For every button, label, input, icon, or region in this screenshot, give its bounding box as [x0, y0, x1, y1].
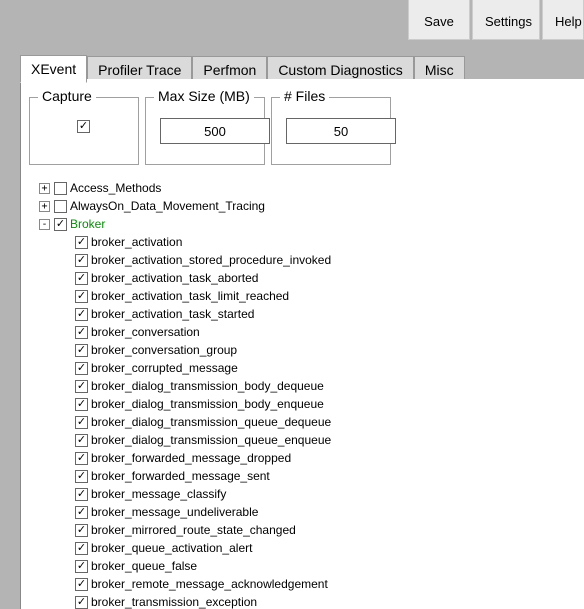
files-label: # Files	[280, 88, 329, 104]
capture-group: Capture	[29, 97, 139, 165]
tree-label: broker_queue_false	[91, 559, 197, 573]
tree-label: broker_activation_stored_procedure_invok…	[91, 253, 331, 267]
tree-checkbox[interactable]	[75, 272, 88, 285]
tree-node-child[interactable]: broker_dialog_transmission_queue_enqueue	[35, 431, 576, 449]
tree-checkbox[interactable]	[75, 596, 88, 609]
tree-checkbox[interactable]	[75, 488, 88, 501]
tree-node-child[interactable]: broker_remote_message_acknowledgement	[35, 575, 576, 593]
tree-node-child[interactable]: broker_activation_task_limit_reached	[35, 287, 576, 305]
tree-checkbox[interactable]	[75, 254, 88, 267]
tree-node-child[interactable]: broker_forwarded_message_dropped	[35, 449, 576, 467]
tree-checkbox[interactable]	[75, 434, 88, 447]
collapse-icon[interactable]: -	[39, 219, 50, 230]
tree-node-child[interactable]: broker_conversation	[35, 323, 576, 341]
tree-node-access-methods[interactable]: + Access_Methods	[35, 179, 576, 197]
tree-label: broker_activation	[91, 235, 182, 249]
tree-node-child[interactable]: broker_activation_task_started	[35, 305, 576, 323]
tree-label: broker_activation_task_limit_reached	[91, 289, 289, 303]
tree-label: broker_forwarded_message_dropped	[91, 451, 291, 465]
tree-label: broker_dialog_transmission_queue_enqueue	[91, 433, 331, 447]
save-button[interactable]: Save	[408, 0, 470, 40]
expand-icon[interactable]: +	[39, 183, 50, 194]
tree-label: broker_activation_task_started	[91, 307, 254, 321]
tree-label: broker_conversation	[91, 325, 200, 339]
tree-node-child[interactable]: broker_queue_activation_alert	[35, 539, 576, 557]
tree-node-child[interactable]: broker_activation_stored_procedure_invok…	[35, 251, 576, 269]
tree-node-child[interactable]: broker_conversation_group	[35, 341, 576, 359]
expand-icon[interactable]: +	[39, 201, 50, 212]
tree-label: broker_mirrored_route_state_changed	[91, 523, 296, 537]
tree-checkbox[interactable]	[75, 236, 88, 249]
tree-label: broker_dialog_transmission_queue_dequeue	[91, 415, 331, 429]
event-tree[interactable]: + Access_Methods + AlwaysOn_Data_Movemen…	[35, 179, 576, 609]
tree-checkbox[interactable]	[75, 452, 88, 465]
tree-checkbox[interactable]	[75, 506, 88, 519]
files-input[interactable]	[286, 118, 396, 144]
tree-label: Broker	[70, 217, 105, 231]
tree-node-child[interactable]: broker_dialog_transmission_body_dequeue	[35, 377, 576, 395]
capture-checkbox[interactable]	[77, 120, 90, 133]
settings-button[interactable]: Settings	[472, 0, 540, 40]
tree-checkbox[interactable]	[75, 578, 88, 591]
xevent-panel: Capture Max Size (MB) # Files + Access_M…	[20, 79, 584, 609]
tree-checkbox[interactable]	[75, 344, 88, 357]
tree-checkbox[interactable]	[75, 524, 88, 537]
tree-label: broker_message_classify	[91, 487, 226, 501]
tree-node-child[interactable]: broker_corrupted_message	[35, 359, 576, 377]
tree-label: AlwaysOn_Data_Movement_Tracing	[70, 199, 265, 213]
tree-label: broker_dialog_transmission_body_enqueue	[91, 397, 324, 411]
tree-node-child[interactable]: broker_dialog_transmission_queue_dequeue	[35, 413, 576, 431]
help-button[interactable]: Help	[542, 0, 584, 40]
tree-node-alwayson[interactable]: + AlwaysOn_Data_Movement_Tracing	[35, 197, 576, 215]
tree-checkbox[interactable]	[75, 326, 88, 339]
tree-label: broker_corrupted_message	[91, 361, 238, 375]
max-size-input[interactable]	[160, 118, 270, 144]
tree-checkbox[interactable]	[75, 560, 88, 573]
tree-node-child[interactable]: broker_activation	[35, 233, 576, 251]
tree-label: broker_remote_message_acknowledgement	[91, 577, 328, 591]
tree-checkbox[interactable]	[54, 218, 67, 231]
tree-checkbox[interactable]	[54, 182, 67, 195]
tree-node-broker[interactable]: - Broker	[35, 215, 576, 233]
tree-node-child[interactable]: broker_message_undeliverable	[35, 503, 576, 521]
tree-checkbox[interactable]	[75, 470, 88, 483]
capture-label: Capture	[38, 88, 96, 104]
tree-checkbox[interactable]	[75, 542, 88, 555]
tree-checkbox[interactable]	[75, 362, 88, 375]
tree-label: Access_Methods	[70, 181, 161, 195]
tree-label: broker_conversation_group	[91, 343, 237, 357]
max-size-group: Max Size (MB)	[145, 97, 265, 165]
tree-label: broker_transmission_exception	[91, 595, 257, 609]
tree-label: broker_dialog_transmission_body_dequeue	[91, 379, 324, 393]
tree-checkbox[interactable]	[54, 200, 67, 213]
tree-node-child[interactable]: broker_message_classify	[35, 485, 576, 503]
tree-label: broker_queue_activation_alert	[91, 541, 252, 555]
tree-label: broker_forwarded_message_sent	[91, 469, 270, 483]
tree-node-child[interactable]: broker_transmission_exception	[35, 593, 576, 609]
tab-xevent[interactable]: XEvent	[20, 55, 87, 83]
tree-checkbox[interactable]	[75, 308, 88, 321]
tree-node-child[interactable]: broker_activation_task_aborted	[35, 269, 576, 287]
tree-node-child[interactable]: broker_forwarded_message_sent	[35, 467, 576, 485]
tree-label: broker_activation_task_aborted	[91, 271, 258, 285]
tree-checkbox[interactable]	[75, 416, 88, 429]
tree-node-child[interactable]: broker_dialog_transmission_body_enqueue	[35, 395, 576, 413]
max-size-label: Max Size (MB)	[154, 88, 254, 104]
tree-checkbox[interactable]	[75, 290, 88, 303]
tree-node-child[interactable]: broker_queue_false	[35, 557, 576, 575]
tree-checkbox[interactable]	[75, 380, 88, 393]
tree-checkbox[interactable]	[75, 398, 88, 411]
files-group: # Files	[271, 97, 391, 165]
tree-label: broker_message_undeliverable	[91, 505, 258, 519]
tree-node-child[interactable]: broker_mirrored_route_state_changed	[35, 521, 576, 539]
